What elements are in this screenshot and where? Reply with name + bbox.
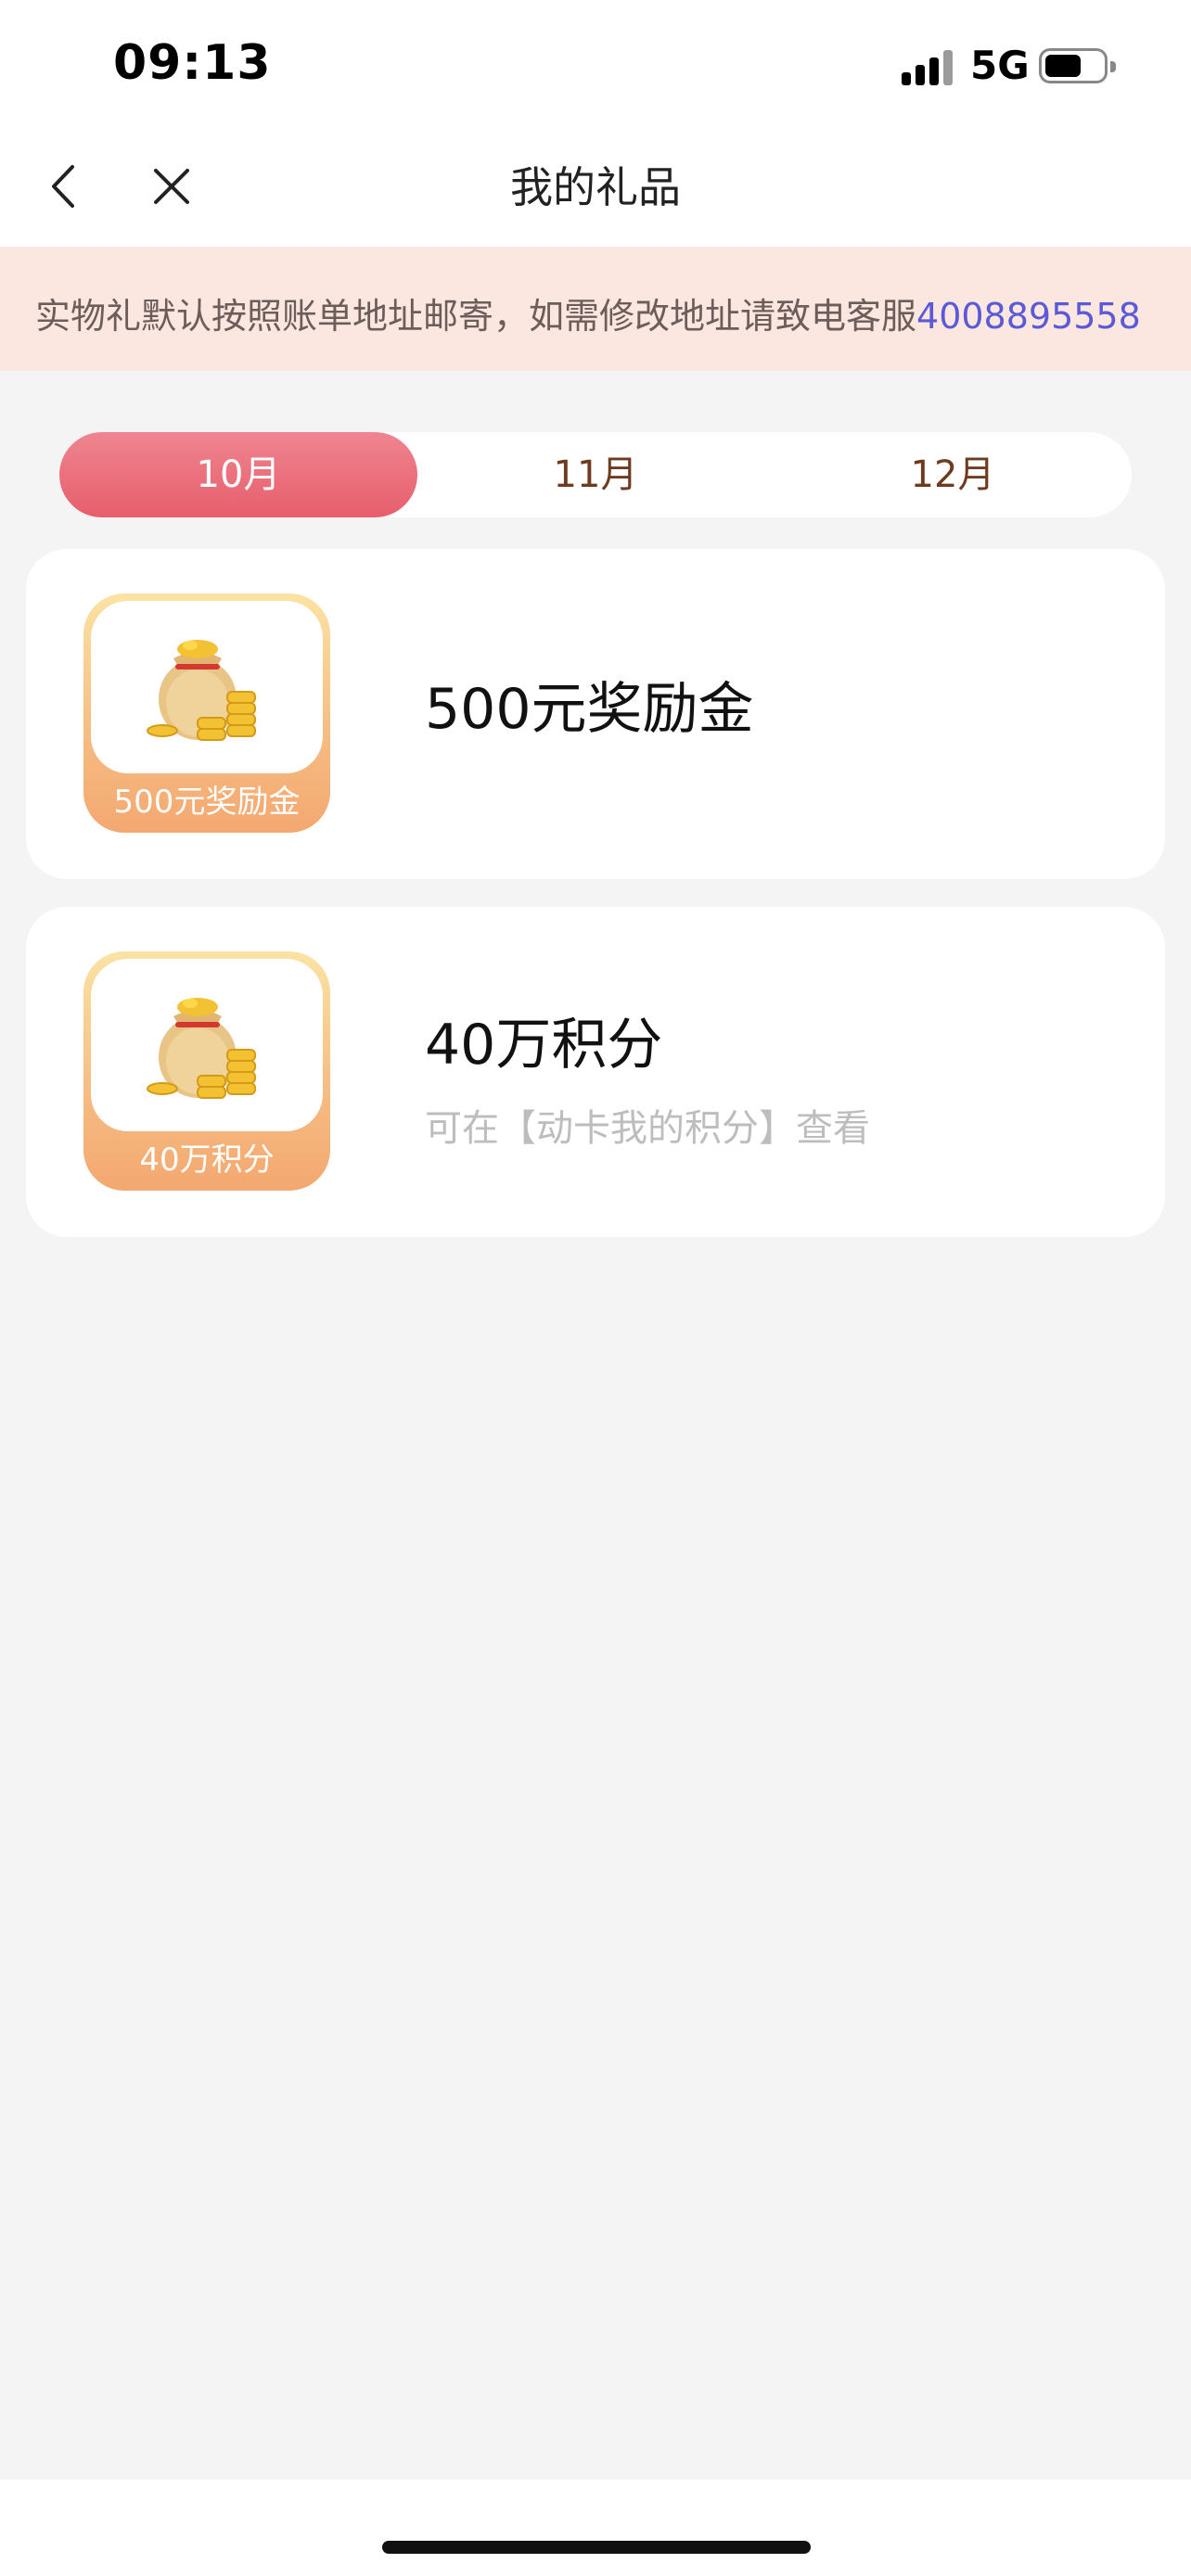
battery-icon [1039,48,1116,83]
close-button[interactable] [139,154,204,219]
network-label: 5G [970,43,1030,88]
notice-text: 实物礼默认按照账单地址邮寄，如需修改地址请致电客服4008895558 [35,287,1141,338]
tab-december[interactable]: 12月 [774,432,1132,517]
gift-card[interactable]: 500元奖励金 500元奖励金 [26,549,1165,879]
gift-title: 500元奖励金 [425,677,754,742]
notice-message: 实物礼默认按照账单地址邮寄，如需修改地址请致电客服 [35,296,917,337]
tab-november[interactable]: 11月 [416,432,775,517]
tab-october[interactable]: 10月 [59,432,417,517]
home-indicator[interactable] [382,2541,811,2554]
customer-service-phone-link[interactable]: 4008895558 [916,296,1141,337]
month-tabs: 10月 11月 12月 [59,432,1132,517]
thumbnail-label: 500元奖励金 [113,784,301,821]
gift-thumbnail: 500元奖励金 [83,593,330,833]
money-bag-icon [147,998,256,1099]
gift-card[interactable]: 40万积分 40万积分 可在【动卡我的积分】查看 [26,907,1165,1237]
home-indicator-area [0,2480,1191,2576]
signal-icon [902,48,957,85]
gift-title: 40万积分 [425,1013,663,1078]
close-icon [154,169,189,204]
status-bar: 09:13 5G [0,0,1191,130]
money-bag-icon [147,640,256,741]
gift-thumbnail: 40万积分 [83,951,330,1191]
back-button[interactable] [33,154,98,219]
status-time: 09:13 [113,35,272,91]
thumbnail-label: 40万积分 [139,1141,275,1179]
navigation-bar: 我的礼品 [0,130,1191,247]
gift-description: 可在【动卡我的积分】查看 [425,1107,870,1150]
notice-banner: 实物礼默认按照账单地址邮寄，如需修改地址请致电客服4008895558 [0,247,1191,371]
chevron-left-icon [52,165,74,208]
